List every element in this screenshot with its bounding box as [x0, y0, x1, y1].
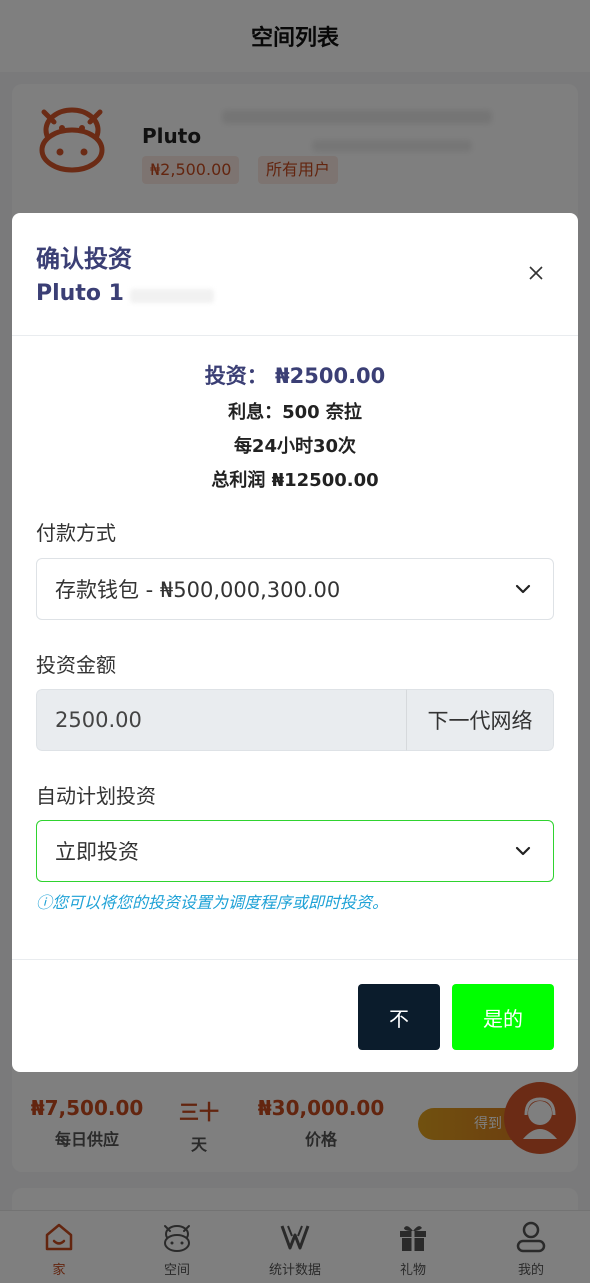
total-profit-text: 总利润 ₦12500.00	[211, 470, 379, 491]
amount-input[interactable]: 2500.00	[36, 689, 406, 751]
amount-input-group: 2500.00 下一代网络	[36, 689, 554, 751]
investment-amount-text: 投资： ₦2500.00	[204, 364, 386, 388]
chevron-down-icon	[515, 846, 531, 856]
schedule-hint: ⓘ您可以将您的投资设置为调度程序或即时投资。	[36, 893, 389, 912]
payment-method-value: 存款钱包 - ₦500,000,300.00	[55, 578, 341, 602]
payment-method-label: 付款方式	[36, 521, 116, 545]
schedule-select[interactable]: 立即投资	[36, 820, 554, 882]
yes-button[interactable]: 是的	[452, 984, 554, 1050]
no-button[interactable]: 不	[358, 984, 440, 1050]
chevron-down-icon	[515, 584, 531, 594]
modal-header: 确认投资 Pluto 1	[12, 213, 578, 336]
frequency-text: 每24小时30次	[233, 436, 357, 457]
payment-method-select[interactable]: 存款钱包 - ₦500,000,300.00	[36, 558, 554, 620]
close-button[interactable]	[522, 259, 550, 287]
investment-summary: 投资： ₦2500.00 利息：500 奈拉 每24小时30次 总利润 ₦125…	[12, 336, 578, 492]
auto-schedule-label: 自动计划投资	[36, 784, 156, 808]
amount-label: 投资金额	[36, 653, 116, 677]
modal-title: 确认投资	[36, 245, 132, 273]
modal-footer: 不 是的	[12, 959, 578, 1072]
currency-addon: 下一代网络	[406, 689, 554, 751]
close-icon	[529, 266, 543, 280]
blurred-text	[130, 289, 214, 303]
confirm-investment-modal: 确认投资 Pluto 1 投资： ₦2500.00 利息：500 奈拉 每24小…	[12, 213, 578, 1072]
modal-subtitle: Pluto 1	[36, 281, 124, 306]
interest-text: 利息：500 奈拉	[228, 402, 362, 423]
schedule-value: 立即投资	[55, 840, 139, 864]
